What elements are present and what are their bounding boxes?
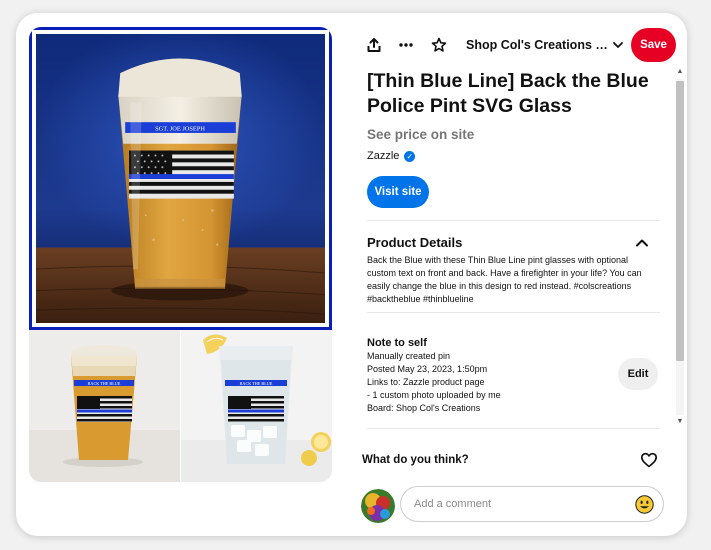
- divider: [367, 312, 660, 313]
- share-upload-icon[interactable]: [360, 31, 388, 59]
- thumb1-glass-text: BACK THE BLUE: [88, 381, 121, 386]
- star-outline-icon[interactable]: [425, 31, 453, 59]
- note-to-self-text: Manually created pin Posted May 23, 2023…: [367, 350, 607, 415]
- comment-input-wrapper[interactable]: [400, 486, 664, 522]
- thumbnail-image-beer[interactable]: BACK THE BLUE: [29, 330, 180, 482]
- verified-check-icon: ✓: [404, 150, 416, 162]
- pin-image-gallery: SGT. JOE JOSEPH BACK THE BLUE BACK THE B…: [29, 27, 332, 482]
- note-to-self-heading: Note to self: [367, 337, 427, 349]
- scrollbar-thumb[interactable]: [676, 81, 684, 361]
- pin-details-scroll-area[interactable]: [Thin Blue Line] Back the Blue Police Pi…: [366, 65, 664, 430]
- board-selector-label: Shop Col's Creations on...: [466, 38, 612, 52]
- merchant-row[interactable]: Zazzle ✓: [367, 150, 416, 162]
- note-line: Links to: Zazzle product page: [367, 377, 485, 387]
- divider: [367, 220, 660, 221]
- thumbnail-image-ice-water[interactable]: BACK THE BLUE: [181, 330, 332, 482]
- main-glass-text: SGT. JOE JOSEPH: [155, 125, 205, 132]
- save-button[interactable]: Save: [631, 28, 676, 62]
- comment-input[interactable]: [412, 497, 616, 511]
- product-details-heading: Product Details: [367, 235, 463, 250]
- heart-outline-icon[interactable]: [640, 451, 658, 469]
- chevron-down-icon: [612, 39, 624, 51]
- user-avatar[interactable]: [361, 489, 395, 523]
- pin-action-bar: Shop Col's Creations on... Save: [356, 28, 676, 62]
- main-product-image[interactable]: SGT. JOE JOSEPH: [29, 27, 332, 330]
- note-line: Posted May 23, 2023, 1:50pm: [367, 364, 488, 374]
- edit-note-button[interactable]: Edit: [618, 358, 658, 390]
- product-details-description: Back the Blue with these Thin Blue Line …: [367, 255, 642, 304]
- comments-prompt: What do you think?: [362, 454, 469, 466]
- ellipsis-icon[interactable]: [392, 31, 420, 59]
- note-line: - 1 custom photo uploaded by me: [367, 390, 501, 400]
- pin-closeup-card: SGT. JOE JOSEPH BACK THE BLUE BACK THE B…: [16, 13, 687, 536]
- note-line: Board: Shop Col's Creations: [367, 403, 481, 413]
- note-line: Manually created pin: [367, 351, 451, 361]
- merchant-name[interactable]: Zazzle: [367, 150, 399, 162]
- price-text: See price on site: [367, 127, 475, 142]
- pin-title: [Thin Blue Line] Back the Blue Police Pi…: [367, 70, 649, 117]
- divider: [367, 428, 660, 429]
- smiley-emoji-icon[interactable]: [635, 495, 654, 514]
- scroll-up-arrow-icon[interactable]: ▲: [676, 68, 684, 76]
- visit-site-button[interactable]: Visit site: [367, 176, 429, 208]
- details-scrollbar[interactable]: ▲ ▼: [674, 65, 684, 430]
- chevron-up-icon[interactable]: [634, 235, 650, 251]
- thumb2-glass-text: BACK THE BLUE: [240, 381, 273, 386]
- scroll-down-arrow-icon[interactable]: ▼: [676, 418, 684, 426]
- board-selector-dropdown[interactable]: Shop Col's Creations on...: [466, 31, 624, 59]
